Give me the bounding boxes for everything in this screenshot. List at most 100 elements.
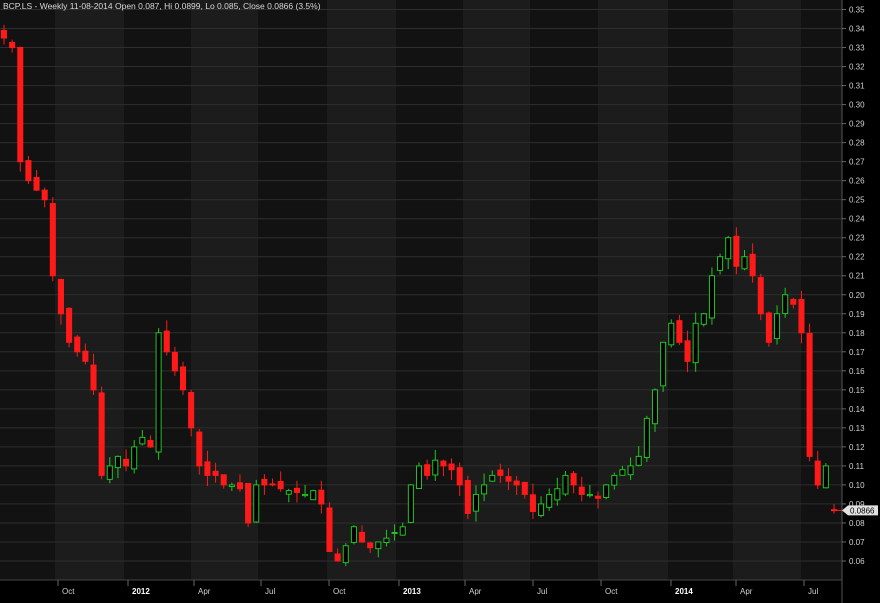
y-tick-label: 0.14 — [849, 405, 865, 414]
candle-down — [82, 350, 89, 362]
candle-down — [456, 467, 463, 486]
candle-up — [302, 493, 309, 497]
quarter-band — [396, 0, 463, 580]
candle-up — [586, 493, 593, 497]
last-price-label: 0.0866 — [850, 506, 875, 515]
y-tick-label: 0.25 — [849, 196, 865, 205]
x-tick-label: Jul — [265, 587, 275, 596]
candle-down — [521, 481, 528, 495]
x-tick-label: Apr — [740, 587, 753, 596]
y-tick-label: 0.19 — [849, 310, 865, 319]
y-tick-label: 0.17 — [849, 348, 865, 357]
candle-down — [66, 307, 73, 343]
x-tick-label: Oct — [62, 587, 75, 596]
candle-up — [253, 484, 260, 523]
candle-down — [277, 481, 284, 490]
candle-up — [651, 389, 659, 425]
candle-up — [554, 488, 561, 501]
quarter-band — [463, 0, 530, 580]
quarter-band — [124, 0, 191, 580]
candle-down — [513, 480, 520, 486]
candle-up — [481, 484, 488, 495]
candle-down — [570, 473, 577, 486]
candle-up — [562, 474, 569, 495]
candle-down — [196, 431, 203, 467]
candle-down — [123, 458, 130, 467]
x-tick-label: Jul — [537, 587, 547, 596]
y-tick-label: 0.13 — [849, 424, 865, 433]
candle-down — [505, 476, 512, 482]
quarter-band — [258, 0, 327, 580]
candle-up — [131, 446, 138, 470]
candle-down — [220, 474, 227, 486]
x-tick-label: 2013 — [403, 587, 421, 596]
x-tick-label: Oct — [333, 587, 346, 596]
candle-up — [399, 526, 406, 536]
y-tick-label: 0.32 — [849, 63, 865, 72]
candle-down — [9, 41, 16, 49]
y-tick-label: 0.16 — [849, 367, 865, 376]
candle-down — [806, 332, 813, 457]
y-tick-label: 0.26 — [849, 177, 865, 186]
y-tick-label: 0.30 — [849, 101, 865, 110]
candle-down — [733, 235, 740, 267]
candle-down — [790, 298, 797, 305]
candle-up — [627, 465, 634, 476]
candle-up — [342, 545, 349, 564]
candle-up — [692, 322, 699, 364]
candle-up — [822, 465, 829, 489]
candle-up — [546, 493, 553, 508]
x-tick-label: 2014 — [675, 587, 693, 596]
candle-up — [538, 503, 545, 516]
candle-up — [774, 313, 781, 340]
price-chart: 0.060.070.080.090.100.110.120.130.140.15… — [0, 0, 880, 603]
candle-up — [668, 322, 675, 346]
candle-down — [0, 29, 8, 39]
y-tick-label: 0.23 — [849, 234, 865, 243]
x-tick-label: Jul — [808, 587, 818, 596]
candle-down — [147, 440, 154, 448]
quarter-band — [668, 0, 733, 580]
candle-up — [725, 237, 732, 260]
candle-up — [415, 465, 423, 489]
candle-down — [440, 460, 447, 467]
candle-down — [684, 340, 691, 362]
candle-down — [74, 336, 81, 353]
candle-down — [757, 277, 764, 315]
candle-down — [326, 507, 333, 552]
candle-down — [798, 298, 805, 334]
candle-up — [383, 537, 390, 544]
candle-down — [17, 46, 24, 163]
candle-up — [611, 474, 618, 486]
candle-up — [603, 484, 610, 498]
candle-down — [448, 463, 455, 471]
candle-up — [350, 526, 357, 543]
x-tick-label: Apr — [469, 587, 482, 596]
candle-down — [212, 470, 219, 476]
y-tick-label: 0.31 — [849, 82, 865, 91]
candle-up — [106, 465, 113, 480]
candle-up — [310, 490, 317, 501]
candle-down — [204, 461, 211, 476]
y-tick-label: 0.20 — [849, 291, 865, 300]
candle-up — [619, 469, 626, 476]
y-tick-label: 0.24 — [849, 215, 865, 224]
candle-up — [700, 313, 707, 325]
candle-down — [749, 253, 756, 277]
candle-down — [269, 483, 276, 486]
x-tick-label: 2012 — [132, 587, 150, 596]
y-tick-label: 0.15 — [849, 386, 865, 395]
candle-down — [236, 482, 244, 490]
candle-down — [814, 460, 821, 486]
candle-down — [261, 478, 268, 486]
candle-down — [98, 392, 105, 476]
y-tick-label: 0.29 — [849, 120, 865, 129]
candle-down — [318, 489, 325, 505]
candle-up — [643, 417, 650, 458]
y-tick-label: 0.12 — [849, 443, 865, 452]
y-tick-label: 0.08 — [849, 519, 865, 528]
candle-up — [489, 474, 496, 482]
candle-up — [741, 256, 748, 270]
quarter-band — [0, 0, 55, 580]
x-tick-label: Oct — [605, 587, 618, 596]
